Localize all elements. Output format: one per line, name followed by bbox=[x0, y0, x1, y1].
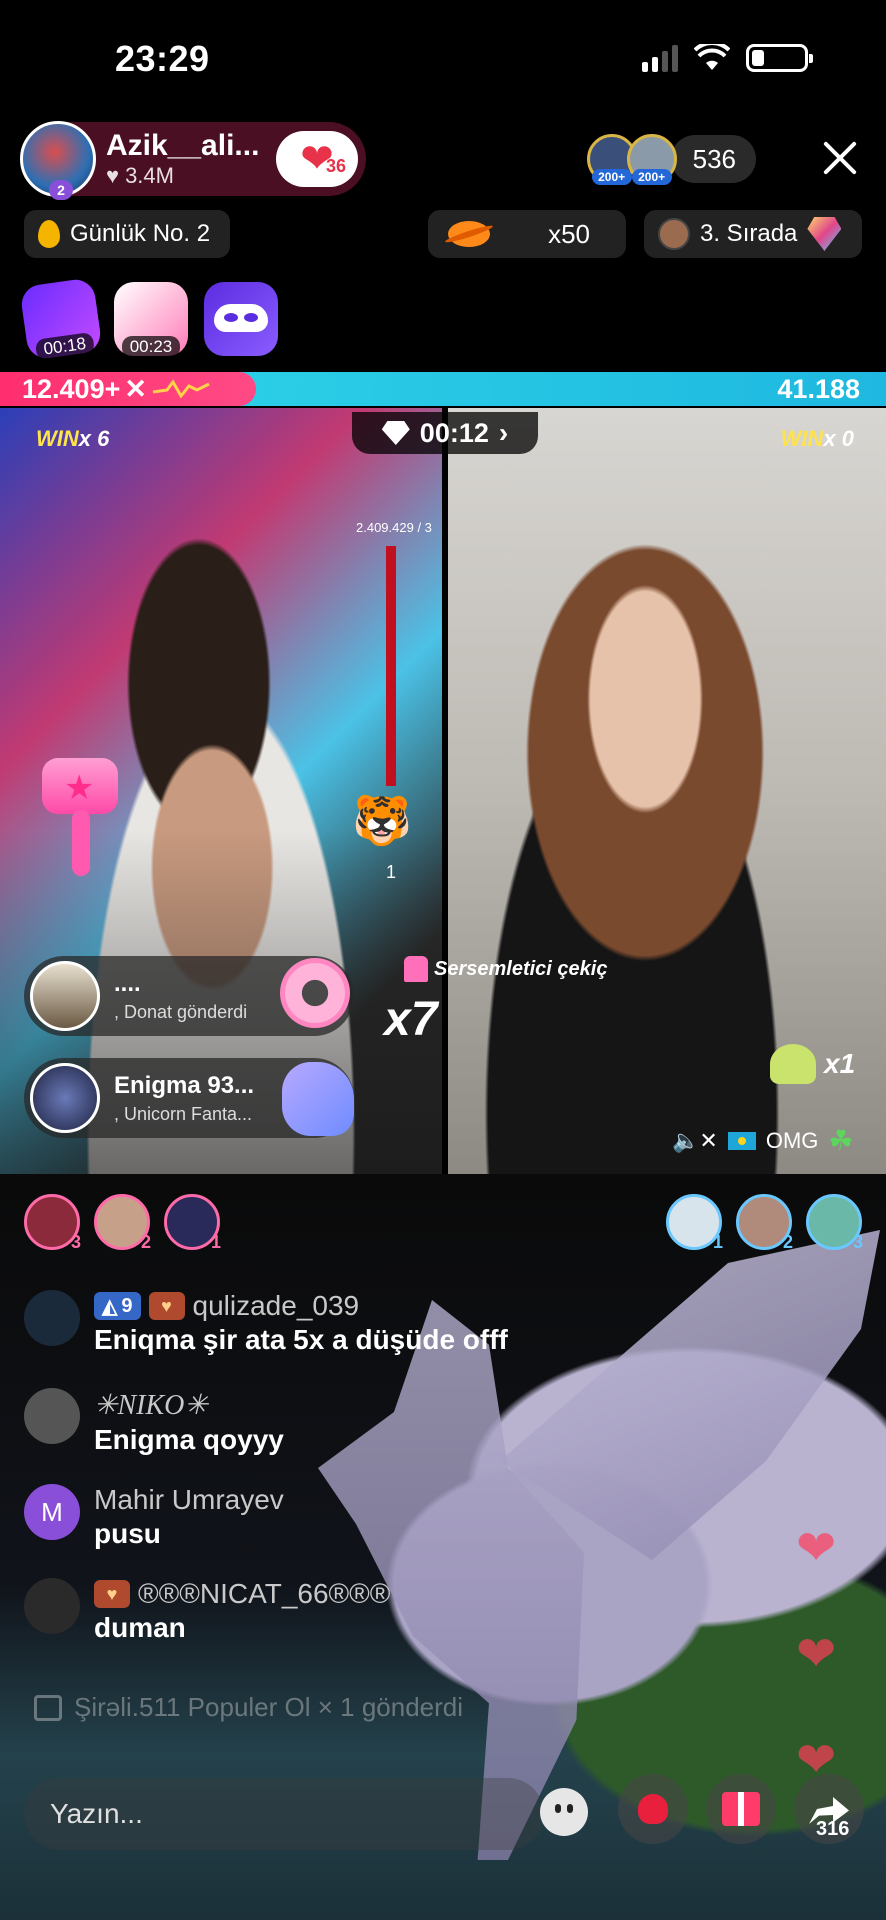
chevron-right-icon: › bbox=[498, 417, 509, 448]
gifter-rank-avatar[interactable]: 1 bbox=[164, 1194, 221, 1252]
hammer-mini-icon bbox=[404, 956, 428, 982]
chat-comment[interactable]: ◭ 9 ♥ qulizade_039 Eniqma şir ata 5x a dü… bbox=[24, 1290, 508, 1356]
rank-avatar bbox=[658, 218, 690, 250]
right-win-streak: WINx 0 bbox=[780, 426, 854, 451]
multiplier-label: x50 bbox=[548, 218, 590, 249]
commenter-avatar[interactable]: M bbox=[24, 1484, 80, 1540]
gift-name-label: Sersemletici çekiç bbox=[404, 956, 607, 982]
video-divider bbox=[442, 408, 448, 1174]
top-viewers[interactable]: 200+ 200+ 536 bbox=[586, 134, 756, 185]
floating-hearts: ❤ ❤ ❤ bbox=[796, 1522, 837, 1787]
gift-icon bbox=[722, 1792, 760, 1826]
commenter-avatar[interactable] bbox=[24, 1578, 80, 1634]
comment-input[interactable]: Yazın... bbox=[24, 1778, 544, 1850]
gifter-rank-avatar[interactable]: 2 bbox=[736, 1194, 793, 1252]
gift-box-icon bbox=[34, 1694, 62, 1721]
opponent-name-tag[interactable]: 🔈✕ OMG ☘ bbox=[672, 1124, 854, 1157]
flame-icon bbox=[38, 220, 60, 248]
battery-icon bbox=[746, 44, 813, 72]
gifter-rank-avatar[interactable]: 3 bbox=[24, 1194, 81, 1252]
omg-heart-icon bbox=[770, 1044, 816, 1084]
red-meter bbox=[386, 546, 396, 786]
donut-gift-icon bbox=[280, 958, 350, 1028]
right-score: 41.188 bbox=[777, 374, 860, 404]
host-profile-pill[interactable]: 2 Azik__ali... ♥ 3.4M ❤ 36 bbox=[20, 121, 366, 200]
gift-combo-count: x7 bbox=[384, 993, 438, 1046]
unicorn-gift-icon bbox=[282, 1062, 354, 1136]
boost-star-icon[interactable]: 00:23 bbox=[114, 282, 188, 358]
left-score: 12.409+ ✕ bbox=[0, 372, 256, 406]
fan-badge-icon: ♥ bbox=[148, 1292, 185, 1320]
spark-icon bbox=[152, 379, 210, 399]
multiplier-x-icon: ✕ bbox=[124, 373, 147, 404]
host-name: Azik__ali... bbox=[106, 129, 260, 162]
follow-button[interactable]: ❤ 36 bbox=[276, 131, 358, 187]
wifi-icon bbox=[694, 44, 730, 70]
fan-badge-icon: ♥ bbox=[94, 1580, 130, 1608]
clover-icon: ☘ bbox=[828, 1125, 854, 1156]
gifter-rank-avatar[interactable]: 1 bbox=[666, 1194, 723, 1252]
host-likes-count: 3.4M bbox=[125, 163, 174, 188]
hammer-gift-icon: ★ bbox=[42, 758, 122, 878]
diamond-icon bbox=[381, 421, 410, 445]
left-win-streak: WINx 6 bbox=[36, 426, 110, 451]
rose-icon bbox=[638, 1794, 668, 1824]
daily-rank-chip[interactable]: Günlük No. 2 bbox=[24, 210, 230, 258]
user-level-badge: ◭ 9 bbox=[94, 1292, 141, 1320]
meter-value: 2.409.429 / 3 bbox=[356, 520, 432, 535]
signal-icon bbox=[642, 44, 678, 72]
right-top-gifters[interactable]: 1 2 3 bbox=[666, 1194, 863, 1252]
kazakhstan-flag-icon bbox=[727, 1131, 756, 1150]
emoji-button[interactable] bbox=[540, 1788, 588, 1836]
hourly-rank-label: 3. Sırada bbox=[700, 220, 798, 247]
tiger-count: 1 bbox=[386, 862, 397, 882]
host-level-badge: 2 bbox=[49, 180, 73, 200]
chat-comment[interactable]: M Mahir Umrayev pusu bbox=[24, 1484, 284, 1550]
viewer-count[interactable]: 536 bbox=[670, 135, 756, 183]
close-button[interactable] bbox=[818, 136, 862, 180]
commenter-avatar[interactable] bbox=[24, 1290, 80, 1346]
daily-rank-label: Günlük No. 2 bbox=[70, 220, 211, 247]
boost-lightning-icon[interactable]: 00:18 bbox=[19, 277, 103, 362]
mute-icon[interactable]: 🔈✕ bbox=[672, 1128, 718, 1154]
status-icons bbox=[642, 44, 813, 72]
multiplier-chip[interactable]: x50 bbox=[428, 210, 626, 258]
chat-comment[interactable]: ✳NIKO✳ Enigma qoyyy bbox=[24, 1388, 284, 1456]
gift-log-message: Şirəli.511 Populer Ol × 1 gönderdi bbox=[34, 1692, 463, 1723]
left-top-gifters[interactable]: 3 2 1 bbox=[24, 1194, 221, 1252]
gem-icon bbox=[807, 217, 842, 251]
gift-button[interactable] bbox=[706, 1774, 776, 1844]
commenter-avatar[interactable] bbox=[24, 1388, 80, 1444]
rose-gift-button[interactable] bbox=[618, 1774, 688, 1844]
battle-timer[interactable]: 00:12 › bbox=[352, 412, 538, 454]
gifter-avatar bbox=[30, 1063, 100, 1133]
gifter-rank-avatar[interactable]: 3 bbox=[806, 1194, 863, 1252]
viewer-avatar[interactable]: 200+ bbox=[626, 134, 677, 185]
status-time: 23:29 bbox=[115, 38, 210, 79]
mask-icon[interactable] bbox=[204, 282, 278, 356]
gifter-rank-avatar[interactable]: 2 bbox=[94, 1194, 151, 1252]
planet-icon bbox=[448, 221, 490, 247]
fan-club-count: 36 bbox=[325, 156, 346, 176]
chat-comment[interactable]: ♥ ®®®NICAT_66®®® duman bbox=[24, 1578, 390, 1644]
host-avatar[interactable]: 2 bbox=[20, 121, 96, 200]
gifter-avatar bbox=[30, 961, 100, 1031]
share-count: 316 bbox=[816, 1818, 850, 1840]
omg-gift-indicator: x1 bbox=[770, 1044, 855, 1084]
hourly-rank-chip[interactable]: 3. Sırada bbox=[644, 210, 862, 258]
heart-icon: ♥ bbox=[106, 163, 120, 188]
tiger-icon: 🐯 bbox=[352, 795, 412, 848]
